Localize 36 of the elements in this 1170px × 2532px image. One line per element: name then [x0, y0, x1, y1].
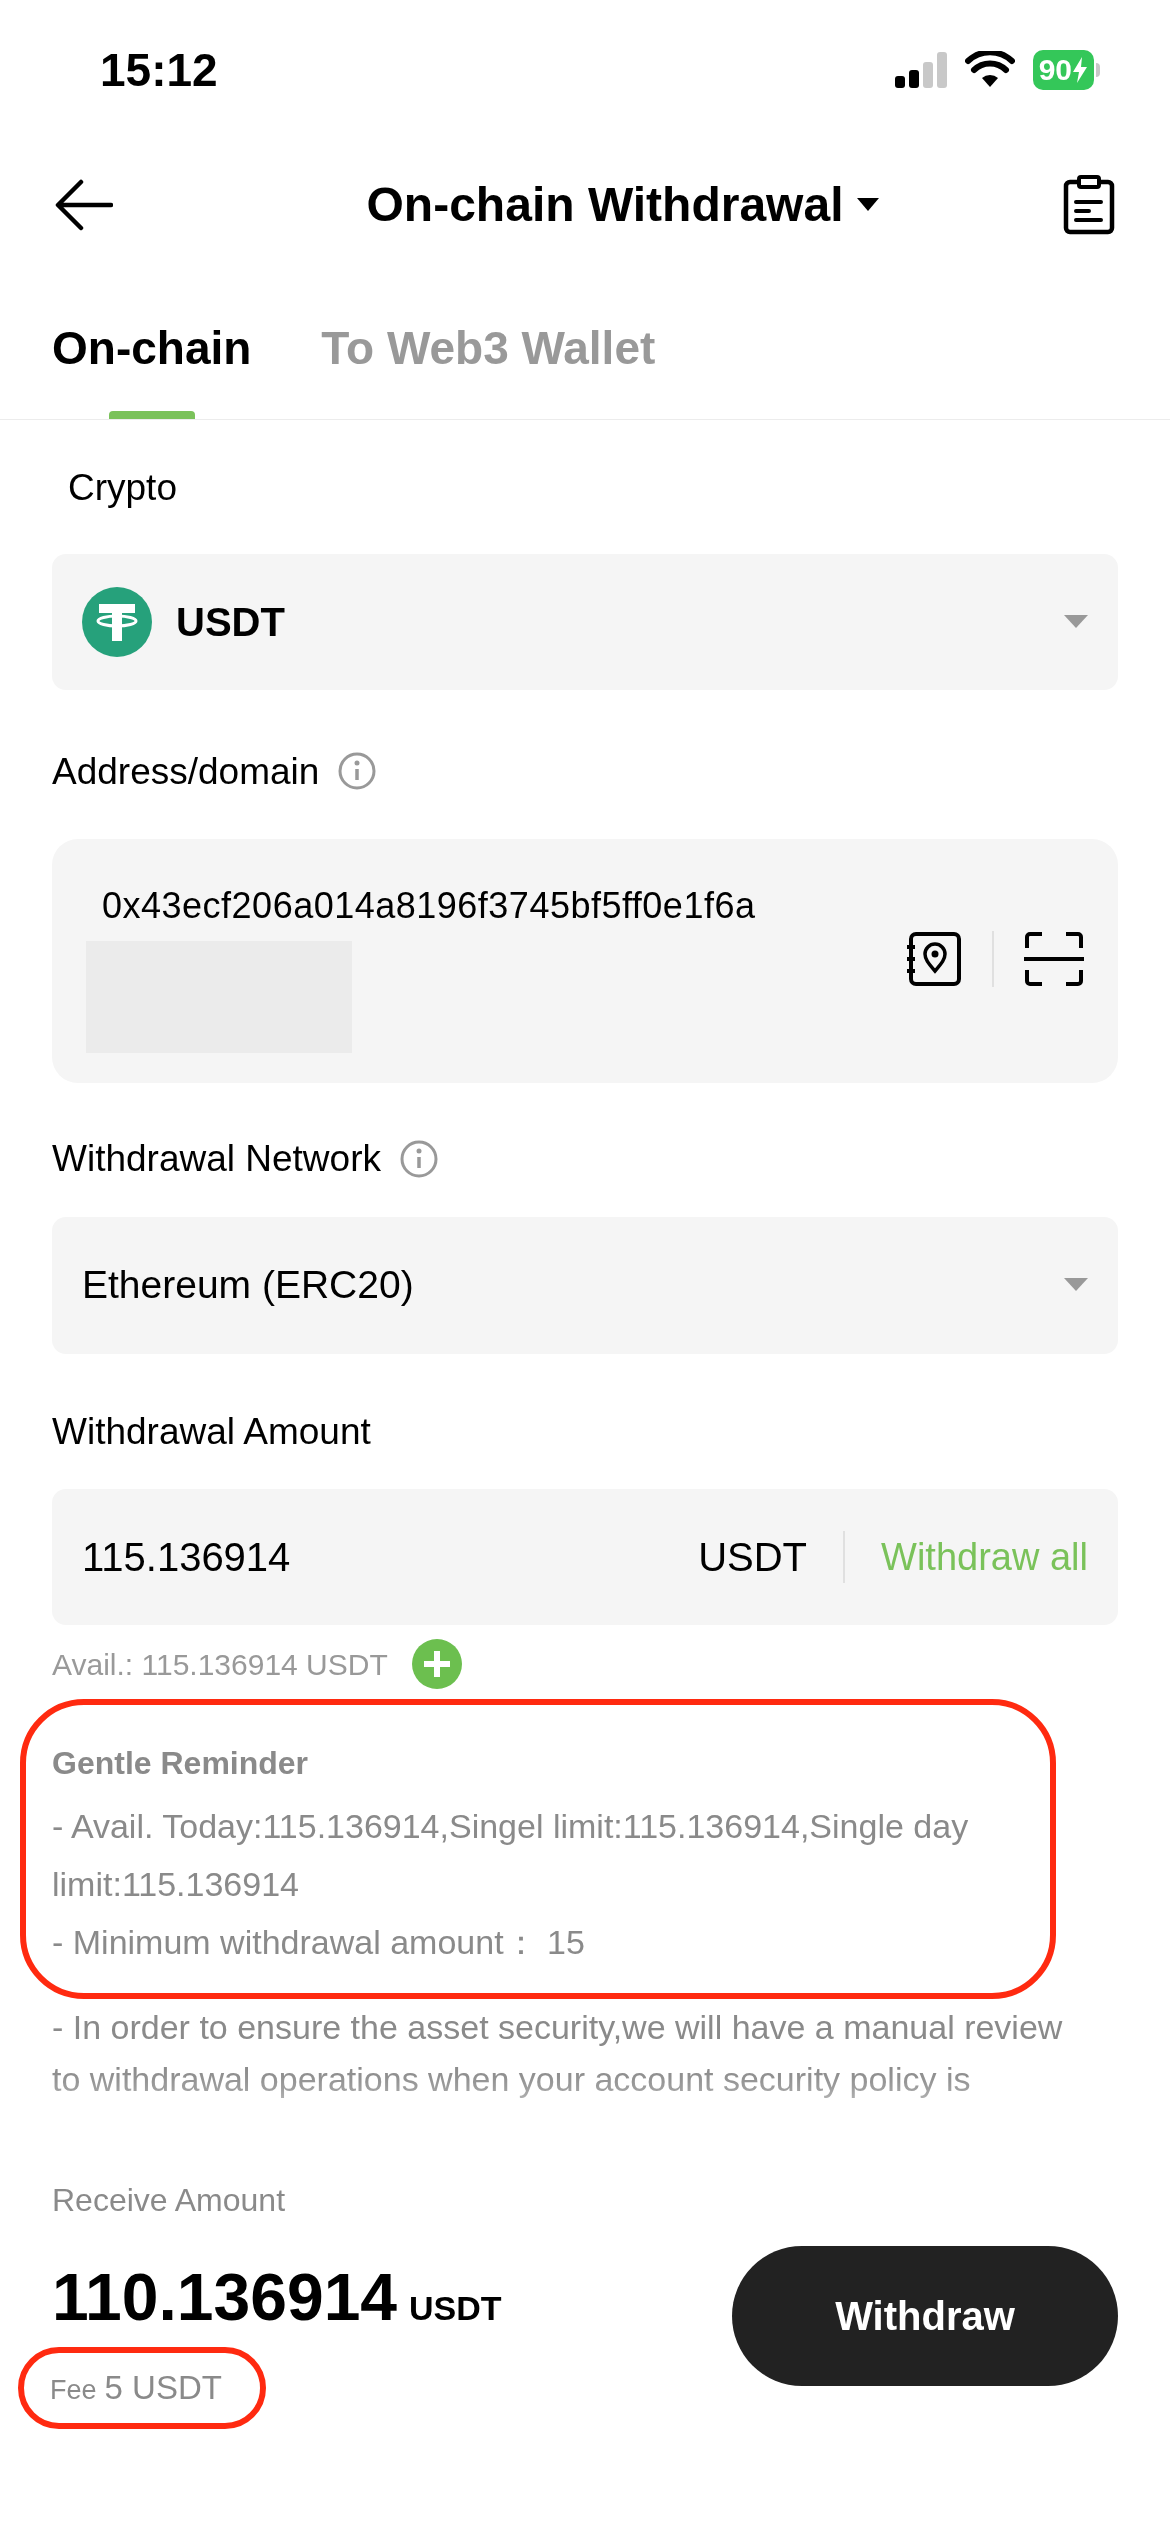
reminder-text: - Avail. Today:115.136914,Singel limit:115.136914,Single day limit:115.136914 — [52, 1806, 970, 1905]
tether-coin-icon — [82, 586, 152, 657]
unit-label: USDT — [698, 1534, 808, 1581]
withdraw-button[interactable]: Withdraw — [732, 2246, 1118, 2386]
reminder-text: - Minimum withdrawal amount： 15 — [52, 1922, 586, 1963]
address-book-icon[interactable] — [906, 931, 962, 987]
field-label: Crypto — [68, 466, 178, 510]
scan-icon[interactable] — [1024, 932, 1084, 986]
reminder-text: to withdrawal operations when your account security policy is — [52, 2059, 972, 2100]
receive-label: Receive Amount — [52, 2181, 286, 2220]
field-label: Withdrawal Network — [52, 1137, 381, 1181]
network-select[interactable]: Ethereum (ERC20) — [52, 1216, 1118, 1354]
caret-icon — [857, 198, 880, 212]
info-icon[interactable] — [399, 1138, 439, 1179]
page-title-dropdown[interactable]: On-chain Withdrawal — [366, 169, 880, 241]
wifi-icon — [964, 51, 1015, 89]
address-field[interactable]: 0x43ecf206a014a8196f3745bf5ff0e1f6a — [52, 839, 1118, 1083]
back-arrow-icon[interactable] — [55, 179, 113, 231]
reminder-title: Gentle Reminder — [52, 1744, 310, 1783]
signal-icon — [894, 50, 947, 90]
unit-label: USDT — [409, 2288, 502, 2329]
amount-field[interactable]: 115.136914 USDT Withdraw all — [52, 1489, 1118, 1625]
info-icon[interactable] — [337, 751, 378, 792]
reminder-text: - In order to ensure the asset security,we will have a manual review — [52, 2007, 1064, 2048]
crypto-select[interactable]: USDT — [52, 553, 1118, 690]
available-balance: Avail.: 115.136914 USDT — [52, 1646, 388, 1683]
status-time: 15:12 — [100, 42, 218, 98]
field-label: Address/domain — [52, 749, 320, 794]
field-label: Withdrawal Amount — [52, 1409, 372, 1454]
caret-icon — [1064, 1278, 1088, 1292]
fee-value: 5 USDT — [104, 2368, 222, 2408]
clipboard-icon[interactable] — [1063, 175, 1115, 235]
receive-amount: 110.136914 — [52, 2259, 398, 2336]
fee-label: Fee — [50, 2374, 97, 2407]
tab[interactable]: On-chain — [52, 314, 252, 419]
caret-icon — [1064, 614, 1088, 629]
